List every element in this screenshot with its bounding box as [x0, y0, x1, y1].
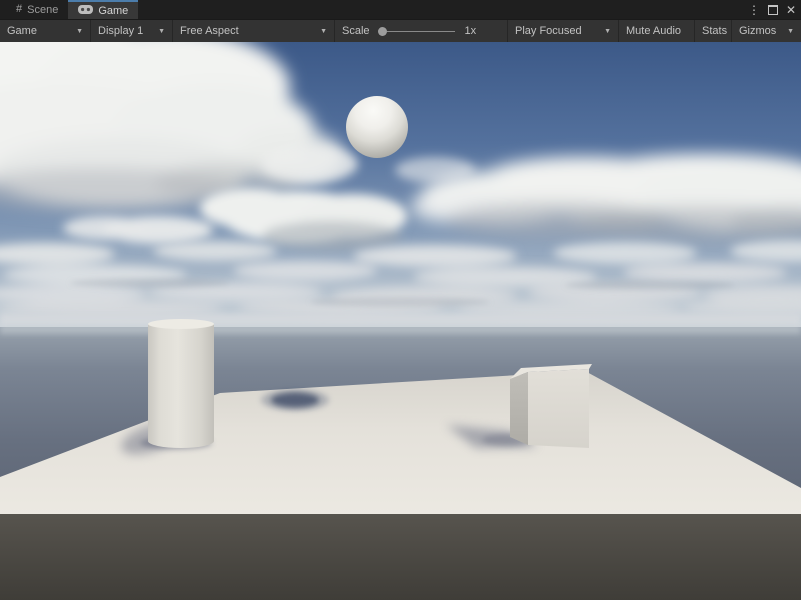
window-controls: ⋮ ✕ [748, 0, 796, 19]
sphere [346, 96, 408, 158]
chevron-down-icon: ▼ [781, 28, 794, 35]
game-mode-dropdown[interactable]: Game ▼ [0, 20, 91, 42]
display-dropdown[interactable]: Display 1 ▼ [91, 20, 173, 42]
stats-label: Stats [702, 25, 727, 37]
tab-game-label: Game [98, 5, 128, 17]
game-mode-dropdown-label: Game [7, 25, 37, 37]
gizmos-dropdown[interactable]: Gizmos ▼ [732, 20, 801, 42]
game-view-toolbar: Game ▼ Display 1 ▼ Free Aspect ▼ Scale 1… [0, 19, 801, 42]
scale-slider-track[interactable] [387, 31, 455, 32]
sphere-shadow [261, 389, 329, 411]
mute-audio-label: Mute Audio [626, 25, 681, 37]
rendered-scene [0, 42, 801, 600]
play-focused-dropdown[interactable]: Play Focused ▼ [507, 20, 619, 42]
close-icon[interactable]: ✕ [786, 4, 796, 16]
scale-label: Scale [342, 25, 370, 37]
stats-button[interactable]: Stats [695, 20, 732, 42]
scene-grid-icon: # [16, 4, 22, 15]
aspect-ratio-dropdown[interactable]: Free Aspect ▼ [173, 20, 335, 42]
play-focused-label: Play Focused [515, 25, 582, 37]
game-render-viewport[interactable] [0, 42, 801, 600]
platform-front-face [0, 514, 801, 600]
tab-bar: # Scene Game ⋮ ✕ [0, 0, 801, 19]
scale-slider[interactable] [378, 27, 455, 36]
tab-game[interactable]: Game [68, 0, 138, 19]
mute-audio-button[interactable]: Mute Audio [619, 20, 695, 42]
tab-scene[interactable]: # Scene [6, 0, 68, 19]
maximize-icon[interactable] [768, 5, 778, 15]
gamepad-icon [78, 5, 93, 17]
gizmos-label: Gizmos [739, 25, 776, 37]
chevron-down-icon: ▼ [70, 28, 83, 35]
display-dropdown-label: Display 1 [98, 25, 143, 37]
window-menu-icon[interactable]: ⋮ [748, 4, 760, 16]
chevron-down-icon: ▼ [598, 28, 611, 35]
chevron-down-icon: ▼ [152, 28, 165, 35]
scale-control: Scale 1x [335, 20, 486, 42]
chevron-down-icon: ▼ [314, 28, 327, 35]
aspect-ratio-dropdown-label: Free Aspect [180, 25, 239, 37]
scale-slider-knob[interactable] [378, 27, 387, 36]
tab-scene-label: Scene [27, 4, 58, 16]
scale-value: 1x [465, 25, 477, 37]
horizon-haze [0, 324, 801, 334]
unity-game-window: # Scene Game ⋮ ✕ Game ▼ Display 1 [0, 0, 801, 600]
